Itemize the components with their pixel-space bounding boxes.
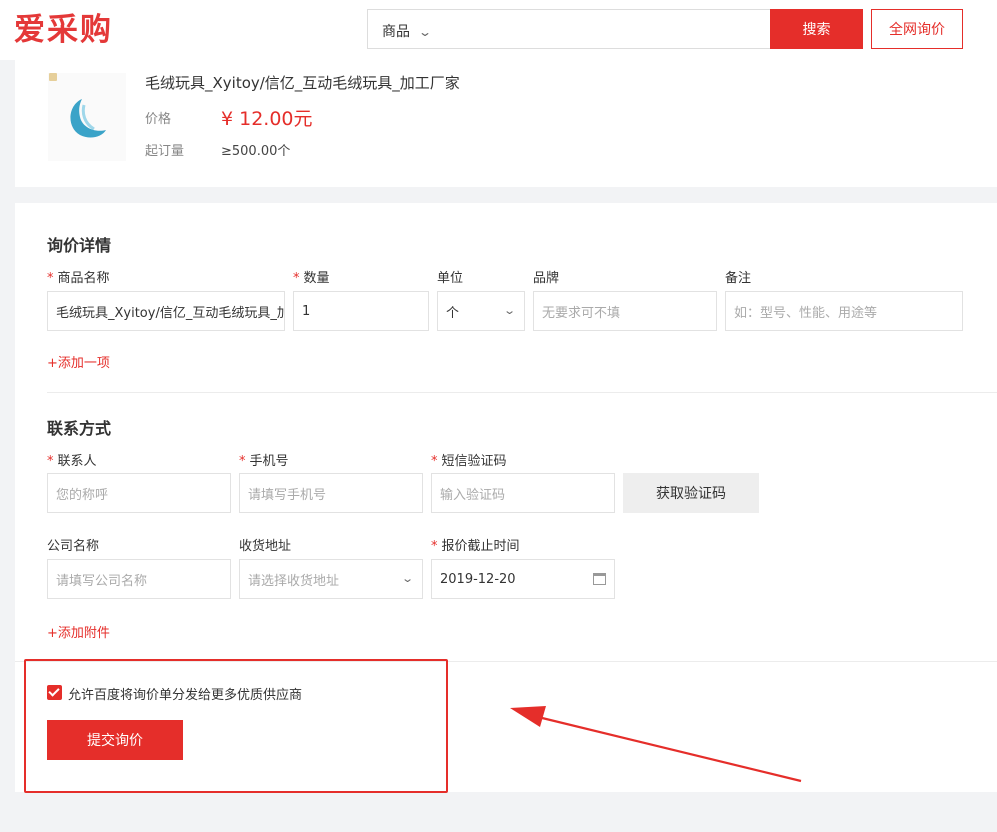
product-title[interactable]: 毛绒玩具_Xyitoy/信亿_互动毛绒玩具_加工厂家	[145, 72, 460, 93]
all-inquiry-button[interactable]: 全网询价	[871, 9, 963, 49]
moq-label: 起订量	[145, 144, 185, 159]
annotation-arrow-icon	[510, 706, 802, 783]
unit-value: 个	[446, 305, 460, 321]
company-input[interactable]: 请填写公司名称	[47, 559, 231, 599]
add-item-link[interactable]: +添加一项	[47, 352, 110, 371]
price-value: ¥ 12.00元	[221, 108, 313, 130]
contact-person-label: * 联系人	[47, 454, 97, 469]
contact-section-title: 联系方式	[47, 419, 112, 438]
inquiry-section-title: 询价详情	[47, 236, 112, 255]
product-card: 毛绒玩具_Xyitoy/信亿_互动毛绒玩具_加工厂家 价格 ¥ 12.00元 起…	[15, 60, 997, 187]
address-label: 收货地址	[239, 539, 292, 554]
sms-code-label: * 短信验证码	[431, 454, 507, 469]
product-name-label: * 商品名称	[47, 271, 110, 286]
brand-label: 品牌	[533, 271, 560, 286]
remark-input[interactable]: 如：型号、性能、用途等	[725, 291, 963, 331]
chevron-down-icon: ⌄	[400, 572, 414, 585]
deadline-label: * 报价截止时间	[431, 539, 520, 554]
quantity-label: * 数量	[293, 271, 330, 286]
quantity-input[interactable]: 1	[293, 291, 429, 331]
get-code-button[interactable]: 获取验证码	[623, 473, 759, 513]
calendar-icon[interactable]	[593, 573, 606, 585]
chevron-down-icon: ⌄	[417, 25, 433, 39]
chevron-down-icon: ⌄	[502, 304, 516, 317]
product-name-input[interactable]: 毛绒玩具_Xyitoy/信亿_互动毛绒玩具_加工厂家	[47, 291, 285, 331]
moon-plush-image	[70, 99, 106, 138]
unit-select[interactable]: 个 ⌄	[437, 291, 525, 331]
phone-input[interactable]: 请填写手机号	[239, 473, 423, 513]
annotation-highlight-box	[24, 659, 448, 793]
company-label: 公司名称	[47, 539, 100, 554]
search-box[interactable]: 商品 ⌄	[367, 9, 771, 49]
sms-code-input[interactable]: 输入验证码	[431, 473, 615, 513]
product-image[interactable]	[48, 73, 126, 161]
add-attachment-link[interactable]: +添加附件	[47, 622, 110, 641]
section-divider	[47, 392, 997, 393]
search-category-label: 商品	[382, 24, 410, 40]
contact-person-input[interactable]: 您的称呼	[47, 473, 231, 513]
deadline-date-input[interactable]: 2019-12-20	[431, 559, 615, 599]
deadline-value: 2019-12-20	[440, 571, 516, 587]
unit-label: 单位	[437, 271, 464, 286]
remark-label: 备注	[725, 271, 752, 286]
address-placeholder: 请选择收货地址	[248, 573, 340, 589]
search-button[interactable]: 搜索	[770, 9, 863, 49]
brand-input[interactable]: 无要求可不填	[533, 291, 717, 331]
address-select[interactable]: 请选择收货地址 ⌄	[239, 559, 423, 599]
price-label: 价格	[145, 112, 172, 127]
moq-value: ≥500.00个	[221, 144, 291, 159]
phone-label: * 手机号	[239, 454, 289, 469]
top-header: 爱采购 商品 ⌄ 搜索 全网询价	[0, 0, 997, 60]
badge-icon	[49, 73, 57, 81]
search-category-select[interactable]: 商品 ⌄	[382, 21, 433, 41]
logo[interactable]: 爱采购	[14, 13, 113, 47]
